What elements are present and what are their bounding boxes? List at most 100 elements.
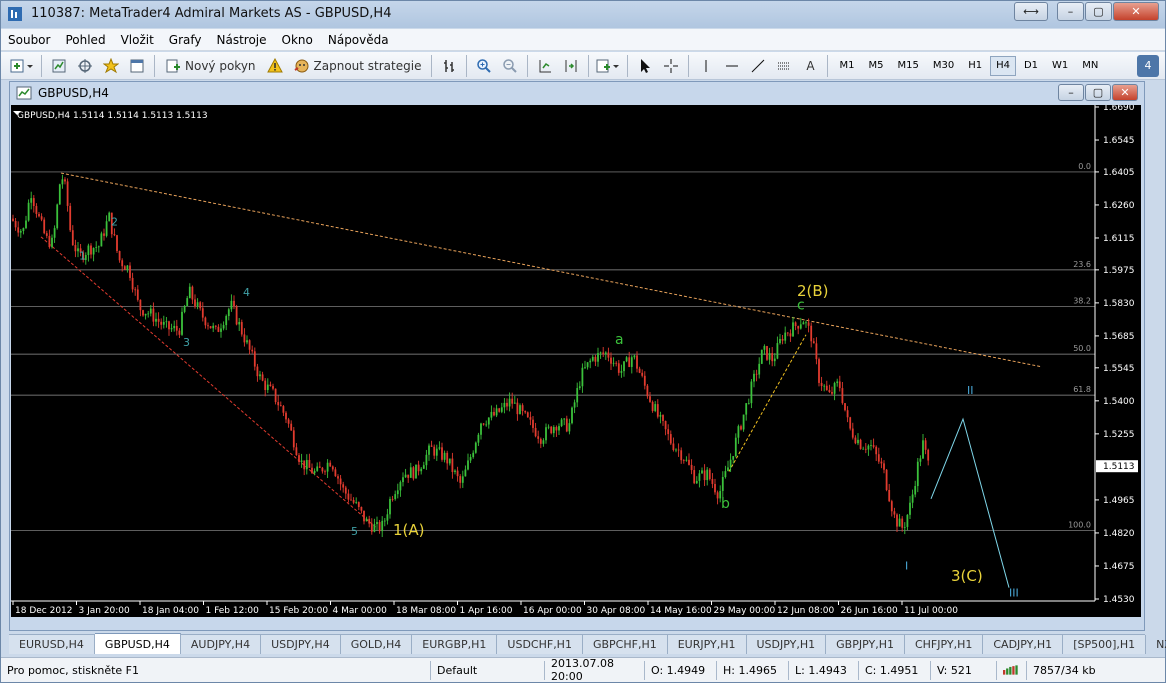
- resize-arrows-icon[interactable]: ⟷: [1014, 2, 1048, 21]
- status-datetime: 2013.07.08 20:00: [545, 657, 645, 683]
- chart-tab[interactable]: EURUSD,H4: [9, 635, 95, 654]
- chart-tab[interactable]: EURGBP,H1: [412, 635, 498, 654]
- candle-body: [19, 230, 22, 233]
- tf-m15[interactable]: M15: [891, 56, 924, 76]
- menu-insert[interactable]: Vložit: [114, 33, 162, 47]
- chart-tab[interactable]: NZDL: [1146, 635, 1166, 654]
- candle-body: [563, 418, 566, 420]
- candle-body: [498, 408, 501, 412]
- candle-body: [552, 427, 555, 434]
- tf-h4[interactable]: H4: [990, 55, 1016, 76]
- tf-h1[interactable]: H1: [962, 56, 988, 76]
- chart-maximize-button[interactable]: ▢: [1085, 84, 1111, 101]
- chart-shift-button[interactable]: [534, 55, 556, 77]
- candle-body: [355, 502, 358, 503]
- zoom-out-button[interactable]: [499, 55, 521, 77]
- chart-tab[interactable]: GBPCHF,H1: [583, 635, 668, 654]
- candle-body: [404, 474, 407, 478]
- chart-tab[interactable]: USDCHF,H1: [497, 635, 583, 654]
- candle-body: [308, 459, 311, 468]
- chart-tab[interactable]: GBPUSD,H4: [94, 633, 181, 654]
- tf-m30[interactable]: M30: [927, 56, 960, 76]
- crosshair-navigator-button[interactable]: [74, 55, 96, 77]
- profiles-button[interactable]: [48, 55, 70, 77]
- candle-body: [459, 476, 462, 483]
- candle-body: [425, 454, 428, 466]
- candle-body: [259, 374, 261, 377]
- menu-view[interactable]: Pohled: [58, 33, 113, 47]
- toggle-strategies-button[interactable]: Zapnout strategie: [290, 55, 426, 77]
- chart-tab[interactable]: [SP500],H1: [1063, 635, 1147, 654]
- candle-body: [480, 423, 482, 435]
- crosshair-tool[interactable]: [660, 55, 682, 77]
- tf-m1[interactable]: M1: [833, 56, 860, 76]
- chart-tab[interactable]: USDJPY,H1: [747, 635, 827, 654]
- chart-tab[interactable]: GBPJPY,H1: [826, 635, 905, 654]
- tf-m5[interactable]: M5: [862, 56, 889, 76]
- maximize-button[interactable]: ▢: [1085, 2, 1112, 21]
- candle-body: [753, 373, 755, 382]
- zoom-in-button[interactable]: [473, 55, 495, 77]
- bar-chart-button[interactable]: [438, 55, 460, 77]
- chart-tab[interactable]: CHFJPY,H1: [905, 635, 984, 654]
- indicators-button[interactable]: [595, 55, 621, 77]
- channel-tool[interactable]: [773, 55, 795, 77]
- chart-tab[interactable]: AUDJPY,H4: [181, 635, 262, 654]
- tf-mn[interactable]: MN: [1076, 56, 1104, 76]
- chart-close-button[interactable]: ✕: [1112, 84, 1138, 101]
- menu-file[interactable]: Soubor: [1, 33, 58, 47]
- text-tool[interactable]: A: [799, 55, 821, 77]
- status-profile[interactable]: Default: [431, 660, 545, 680]
- cursor-tool[interactable]: [634, 55, 656, 77]
- candle-body: [451, 458, 454, 472]
- chart-window-title: GBPUSD,H4: [38, 86, 109, 100]
- menu-window[interactable]: Okno: [275, 33, 321, 47]
- alert-button[interactable]: [264, 55, 286, 77]
- candle-body: [656, 404, 659, 417]
- menu-help[interactable]: Nápověda: [321, 33, 397, 47]
- candle-body: [875, 446, 878, 455]
- candle-body: [448, 458, 451, 464]
- notification-badge[interactable]: 4: [1137, 54, 1159, 77]
- terminal-button[interactable]: [126, 55, 148, 77]
- fibo-level-label: 61.8: [1073, 385, 1091, 394]
- new-chart-button[interactable]: [9, 55, 35, 77]
- horizontal-line-tool[interactable]: [721, 55, 743, 77]
- candle-body: [337, 476, 339, 479]
- close-button[interactable]: ✕: [1113, 2, 1159, 21]
- new-order-button[interactable]: Nový pokyn: [161, 55, 260, 77]
- candle-body: [792, 322, 794, 337]
- candle-body: [368, 518, 371, 524]
- chart-tab[interactable]: CADJPY,H1: [983, 635, 1064, 654]
- candle-body: [703, 470, 706, 481]
- vertical-line-tool[interactable]: [695, 55, 717, 77]
- candle-body: [685, 459, 688, 461]
- chart-tab[interactable]: GOLD,H4: [341, 635, 413, 654]
- candle-body: [230, 300, 233, 310]
- price-chart[interactable]: 0.0 23.6 38.2 50.0 61.8 100.0 1 2 3 4 5 1(A) a b c2(B…: [11, 105, 1141, 617]
- chart-minimize-button[interactable]: –: [1058, 84, 1084, 101]
- zoom-in-icon: [477, 58, 492, 73]
- price-tick-label: 1.4675: [1103, 562, 1135, 572]
- candle-body: [152, 308, 155, 322]
- candle-body: [261, 374, 264, 381]
- chart-tab[interactable]: EURJPY,H1: [668, 635, 747, 654]
- auto-scroll-button[interactable]: [560, 55, 582, 77]
- trendline-tool[interactable]: [747, 55, 769, 77]
- candle-body: [477, 434, 480, 443]
- tf-d1[interactable]: D1: [1018, 56, 1044, 76]
- candle-body: [659, 415, 662, 417]
- candle-body: [272, 386, 274, 389]
- candle-body: [240, 322, 243, 335]
- candle-body: [789, 333, 792, 337]
- chart-tab[interactable]: USDJPY,H4: [261, 635, 341, 654]
- candle-body: [636, 355, 638, 369]
- menu-tools[interactable]: Nástroje: [210, 33, 275, 47]
- candle-body: [123, 266, 126, 270]
- candle-body: [500, 407, 503, 412]
- favorites-button[interactable]: [100, 55, 122, 77]
- menu-charts[interactable]: Grafy: [162, 33, 210, 47]
- candle-body: [22, 228, 25, 231]
- minimize-button[interactable]: –: [1057, 2, 1084, 21]
- tf-w1[interactable]: W1: [1046, 56, 1074, 76]
